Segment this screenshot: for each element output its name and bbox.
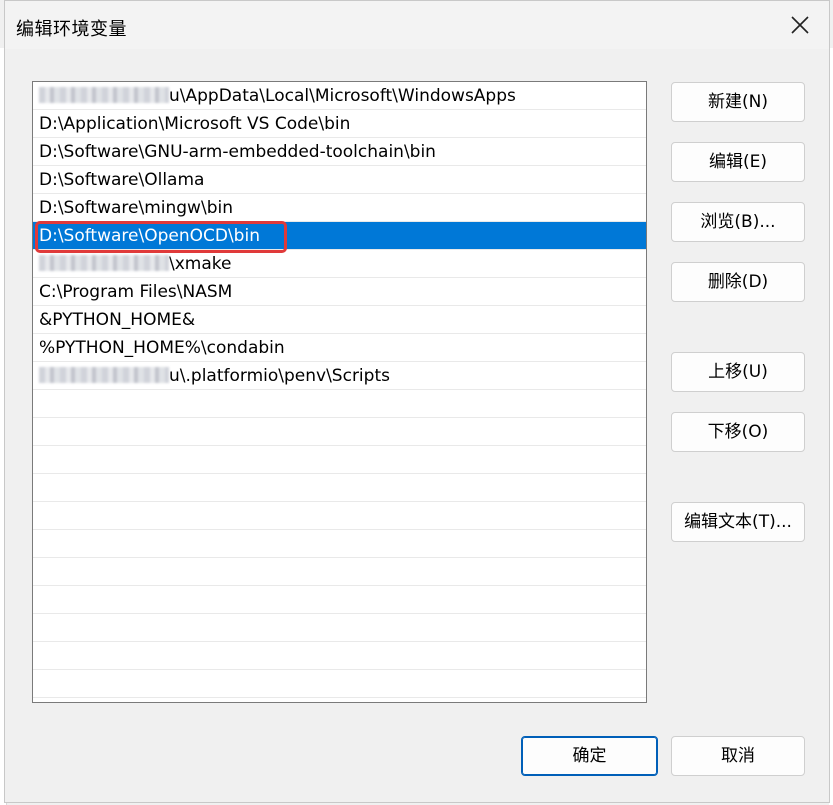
path-entry-row[interactable]: D:\Software\mingw\bin [33, 194, 646, 222]
cancel-button[interactable]: 取消 [671, 736, 805, 776]
redacted-path-prefix [39, 255, 169, 271]
path-entry-text: C:\Program Files\NASM [39, 282, 233, 302]
edit-environment-variable-dialog: 编辑环境变量 u\AppData\Local\Microsoft\Windows… [4, 0, 830, 803]
path-entry-text: \xmake [169, 254, 232, 274]
path-entry-row[interactable]: u\.platformio\penv\Scripts [33, 362, 646, 390]
path-entry-text: u\AppData\Local\Microsoft\WindowsApps [169, 86, 516, 106]
close-button[interactable] [777, 5, 823, 45]
empty-list-row [33, 614, 646, 642]
move-up-button[interactable]: 上移(U) [671, 352, 805, 392]
new-button[interactable]: 新建(N) [671, 82, 805, 122]
empty-list-row [33, 586, 646, 614]
empty-list-row [33, 670, 646, 698]
path-entry-row[interactable]: D:\Software\OpenOCD\bin [33, 222, 646, 250]
title-bar: 编辑环境变量 [5, 1, 829, 49]
empty-list-row [33, 558, 646, 586]
path-entry-row[interactable]: D:\Software\GNU-arm-embedded-toolchain\b… [33, 138, 646, 166]
move-down-button[interactable]: 下移(O) [671, 412, 805, 452]
empty-list-row [33, 502, 646, 530]
redacted-path-prefix [39, 367, 169, 383]
path-entry-text: &PYTHON_HOME& [39, 310, 196, 330]
redacted-path-prefix [39, 87, 169, 103]
path-entry-row[interactable]: %PYTHON_HOME%\condabin [33, 334, 646, 362]
path-entry-text: u\.platformio\penv\Scripts [169, 366, 390, 386]
delete-button[interactable]: 删除(D) [671, 262, 805, 302]
path-entry-text: D:\Software\mingw\bin [39, 198, 233, 218]
path-entry-text: D:\Software\OpenOCD\bin [39, 226, 260, 246]
path-entries-list[interactable]: u\AppData\Local\Microsoft\WindowsApps D:\… [32, 81, 647, 703]
ok-button[interactable]: 确定 [521, 736, 658, 776]
path-entry-row[interactable]: u\AppData\Local\Microsoft\WindowsApps [33, 82, 646, 110]
browse-button[interactable]: 浏览(B)... [671, 202, 805, 242]
edit-button[interactable]: 编辑(E) [671, 142, 805, 182]
empty-list-row [33, 642, 646, 670]
path-entry-row[interactable]: &PYTHON_HOME& [33, 306, 646, 334]
empty-list-row [33, 418, 646, 446]
empty-list-row [33, 446, 646, 474]
path-entry-text: D:\Application\Microsoft VS Code\bin [39, 114, 351, 134]
path-entry-text: D:\Software\Ollama [39, 170, 205, 190]
dialog-title: 编辑环境变量 [16, 19, 127, 40]
path-entry-text: %PYTHON_HOME%\condabin [39, 338, 285, 358]
empty-list-row [33, 474, 646, 502]
edit-text-button[interactable]: 编辑文本(T)... [671, 502, 805, 542]
path-entry-row[interactable]: \xmake [33, 250, 646, 278]
close-icon [791, 16, 809, 34]
empty-list-row [33, 390, 646, 418]
path-entry-row[interactable]: D:\Software\Ollama [33, 166, 646, 194]
path-entry-row[interactable]: D:\Application\Microsoft VS Code\bin [33, 110, 646, 138]
path-entry-text: D:\Software\GNU-arm-embedded-toolchain\b… [39, 142, 436, 162]
path-entry-row[interactable]: C:\Program Files\NASM [33, 278, 646, 306]
empty-list-row [33, 530, 646, 558]
